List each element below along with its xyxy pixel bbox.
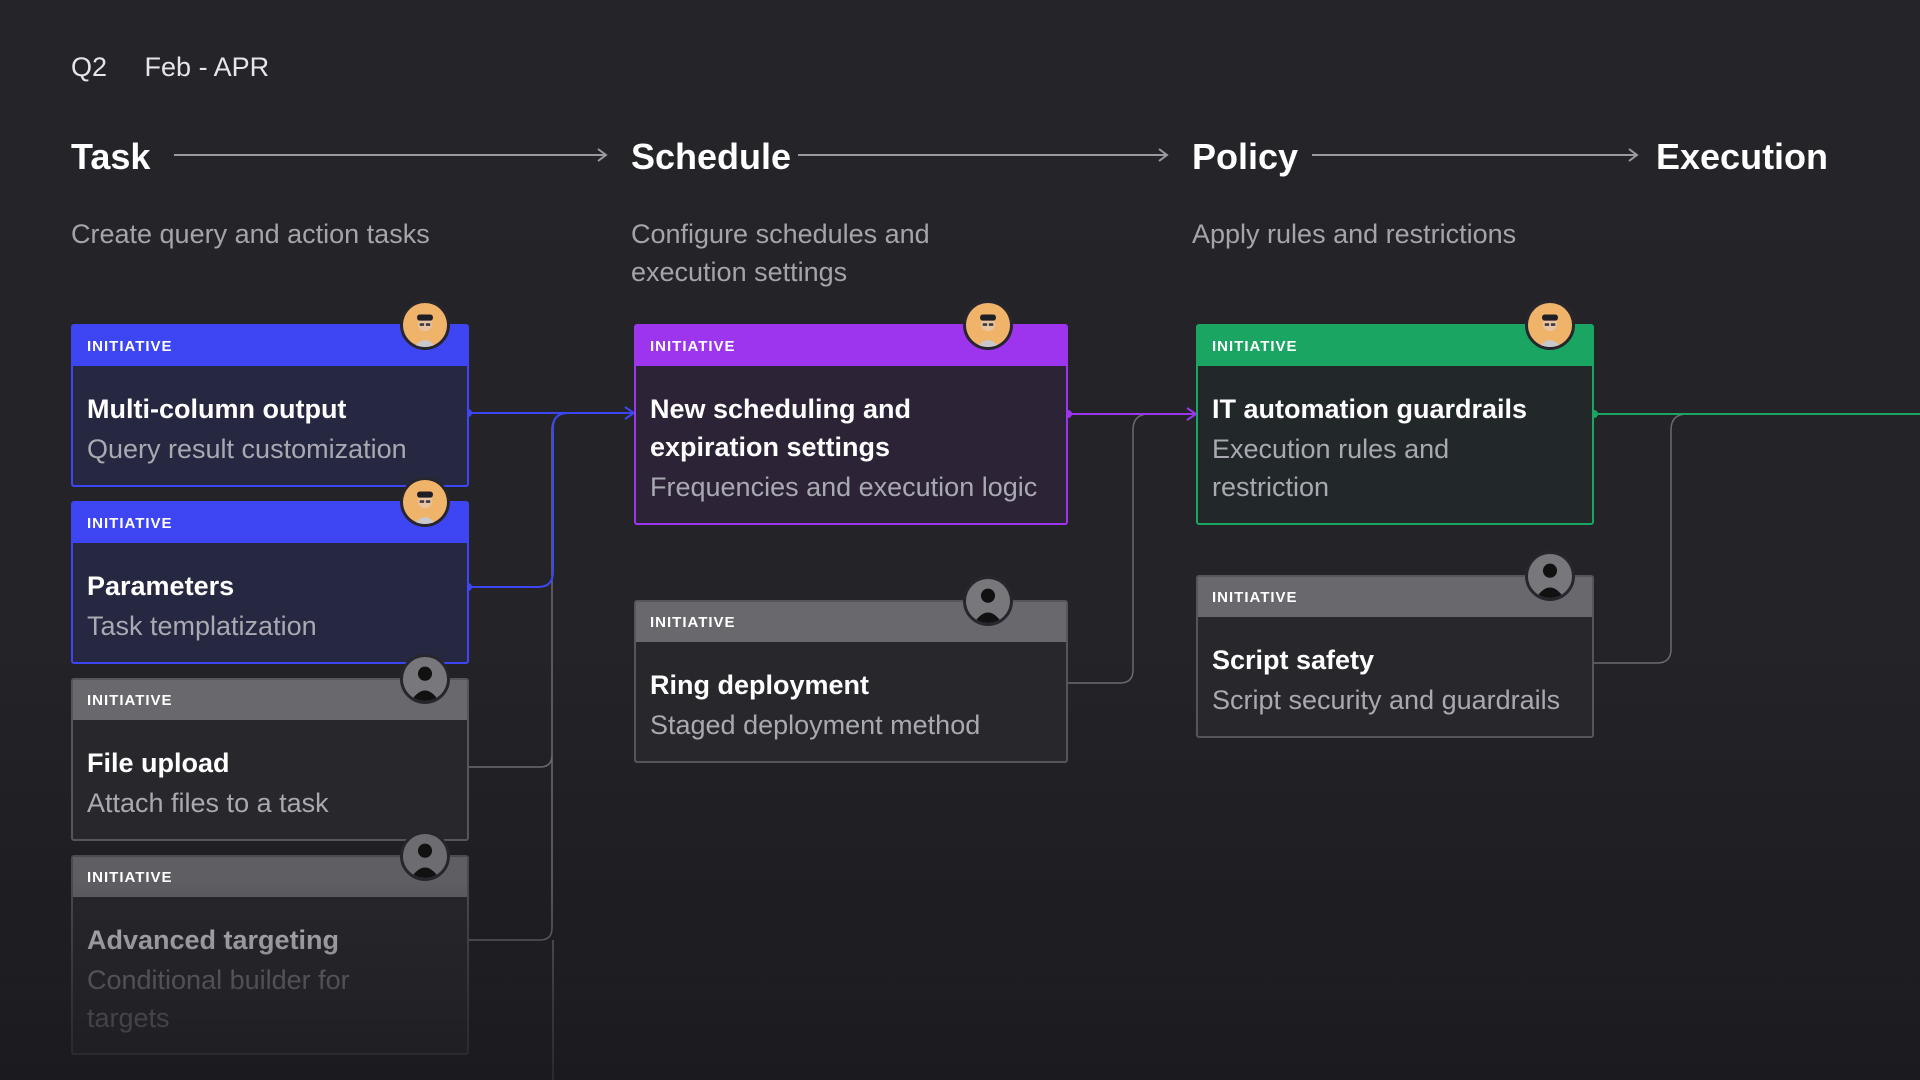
- user-silhouette-icon[interactable]: [1525, 551, 1575, 601]
- card-title: Parameters: [87, 571, 235, 601]
- card-title: Ring deployment: [650, 670, 870, 700]
- connector-file-upload: [468, 412, 600, 768]
- initiative-card-script-safety[interactable]: INITIATIVE Script safety Script security…: [1196, 575, 1594, 738]
- person-photo-icon[interactable]: [1525, 300, 1575, 350]
- column-title-policy: Policy: [1192, 136, 1299, 177]
- column-subtitle-policy: Apply rules and restrictions: [1192, 219, 1517, 249]
- person-photo-icon[interactable]: [400, 477, 450, 527]
- initiative-card-advanced-targeting[interactable]: INITIATIVE Advanced targeting Conditiona…: [71, 855, 469, 1055]
- initiative-card-ring-deployment[interactable]: INITIATIVE Ring deployment Staged deploy…: [634, 600, 1068, 763]
- card-description: Query result customization: [87, 434, 407, 464]
- column-title-schedule: Schedule: [631, 136, 792, 177]
- card-description: Staged deployment method: [650, 710, 981, 740]
- initiative-card-it-automation-guardrails[interactable]: INITIATIVE IT automation guardrails Exec…: [1196, 324, 1594, 525]
- user-silhouette-icon[interactable]: [963, 576, 1013, 626]
- roadmap-canvas: Q2 Feb - APR Task Schedule Policy Execut…: [0, 0, 1920, 1080]
- card-description: Task templatization: [87, 611, 317, 641]
- person-photo-icon[interactable]: [963, 300, 1013, 350]
- date-range-label: Feb - APR: [144, 52, 270, 82]
- column-title-task: Task: [71, 136, 151, 177]
- initiative-card-multi-column-output[interactable]: INITIATIVE Multi-column output Query res…: [71, 324, 469, 487]
- card-description: Frequencies and execution logic: [650, 472, 1038, 502]
- user-silhouette-icon[interactable]: [400, 654, 450, 704]
- card-description: Execution rules and restriction: [1212, 434, 1450, 502]
- connector-parameters: [468, 412, 600, 588]
- card-title: IT automation guardrails: [1212, 394, 1528, 424]
- connector-advanced-targeting: [468, 755, 553, 941]
- initiative-card-file-upload[interactable]: INITIATIVE File upload Attach files to a…: [71, 678, 469, 841]
- column-subtitle-task: Create query and action tasks: [71, 219, 430, 249]
- quarter-label: Q2: [71, 52, 108, 82]
- card-title: Multi-column output: [87, 394, 347, 424]
- user-silhouette-icon[interactable]: [400, 831, 450, 881]
- period-header: Q2 Feb - APR: [71, 52, 299, 83]
- initiative-card-new-scheduling[interactable]: INITIATIVE New scheduling and expiration…: [634, 324, 1068, 525]
- card-description: Conditional builder for targets: [87, 965, 350, 1033]
- card-description: Attach files to a task: [87, 788, 329, 818]
- connector-script-safety: [1594, 413, 1700, 664]
- card-description: Script security and guardrails: [1212, 685, 1561, 715]
- connector-ring-deployment: [1068, 413, 1180, 684]
- initiative-card-parameters[interactable]: INITIATIVE Parameters Task templatizatio…: [71, 501, 469, 664]
- card-title: New scheduling and expiration settings: [650, 394, 912, 462]
- column-title-execution: Execution: [1656, 136, 1829, 177]
- person-photo-icon[interactable]: [400, 300, 450, 350]
- column-subtitle-schedule: Configure schedules and execution settin…: [631, 219, 930, 287]
- card-title: Script safety: [1212, 645, 1375, 675]
- card-title: File upload: [87, 748, 230, 778]
- card-title: Advanced targeting: [87, 925, 340, 955]
